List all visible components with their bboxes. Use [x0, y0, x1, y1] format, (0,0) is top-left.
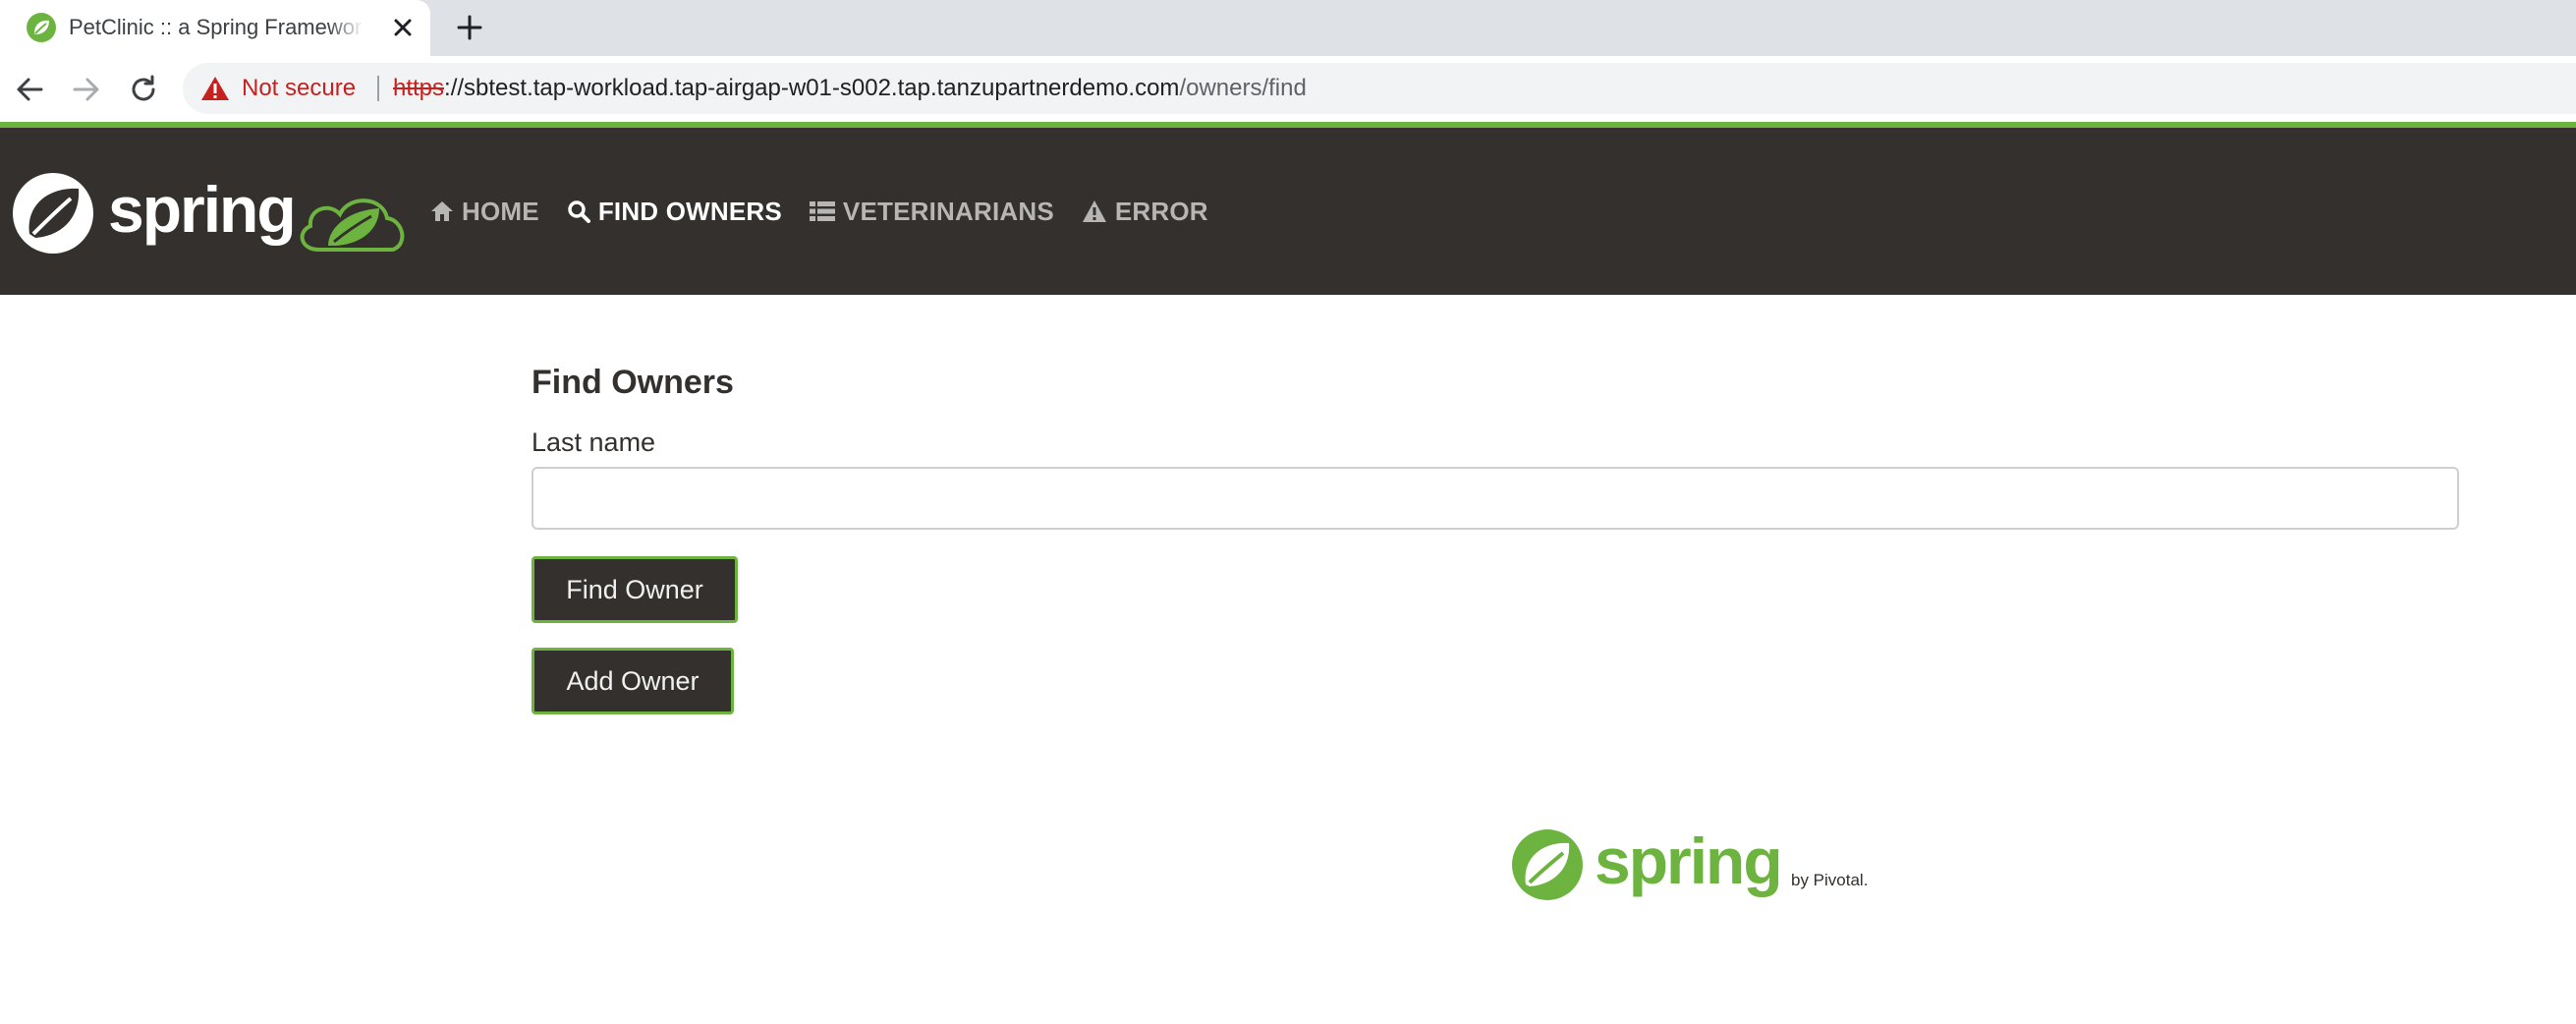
list-icon — [809, 201, 835, 221]
spring-leaf-icon — [1512, 829, 1583, 900]
address-bar[interactable]: Not secure https://sbtest.tap-workload.t… — [183, 63, 2576, 114]
last-name-input[interactable] — [532, 467, 2459, 530]
url-host: ://sbtest.tap-workload.tap-airgap-w01-s0… — [444, 75, 1180, 101]
browser-toolbar: Not secure https://sbtest.tap-workload.t… — [0, 56, 2576, 122]
nav-item-home[interactable]: HOME — [430, 197, 539, 227]
back-arrow-icon[interactable] — [12, 72, 47, 107]
footer-wordmark: spring — [1595, 825, 1783, 897]
tab-title: PetClinic :: a Spring Framework demonstr… — [69, 15, 364, 39]
nav-item-find-owners-label: FIND OWNERS — [597, 196, 782, 226]
nav-item-error-label: ERROR — [1114, 196, 1208, 226]
spring-favicon-icon — [27, 13, 56, 42]
last-name-label: Last name — [532, 427, 656, 457]
search-icon — [568, 200, 590, 223]
new-tab-icon[interactable] — [454, 12, 485, 43]
forward-arrow-icon[interactable] — [69, 72, 104, 107]
nav-item-veterinarians[interactable]: VETERINARIANS — [809, 196, 1054, 227]
brand-wordmark: spring — [108, 173, 295, 246]
browser-tab[interactable]: PetClinic :: a Spring Framework demonstr… — [0, 0, 430, 56]
footer-byline: by Pivotal. — [1791, 871, 1869, 889]
reload-icon[interactable] — [126, 72, 161, 107]
not-secure-label[interactable]: Not secure — [242, 63, 356, 114]
omnibox-divider — [377, 76, 379, 101]
footer-spring-logo: spring by Pivotal. — [1510, 825, 1870, 904]
url-scheme: https — [393, 75, 445, 101]
home-icon — [431, 201, 453, 221]
page-title: Find Owners — [532, 364, 734, 401]
app-navbar: spring HOME FIND OWNERS VETERINARIANS ER… — [0, 128, 2576, 295]
browser-tab-strip: PetClinic :: a Spring Framework demonstr… — [0, 0, 2576, 56]
url-text[interactable]: https://sbtest.tap-workload.tap-airgap-w… — [393, 63, 1307, 114]
add-owner-button[interactable]: Add Owner — [532, 648, 734, 714]
nav-item-veterinarians-label: VETERINARIANS — [842, 196, 1054, 226]
spring-logo[interactable]: spring — [12, 171, 417, 256]
main-menu: HOME FIND OWNERS VETERINARIANS ERROR — [430, 128, 1208, 295]
nav-item-error[interactable]: ERROR — [1082, 197, 1208, 227]
nav-item-home-label: HOME — [462, 196, 539, 226]
find-owner-button[interactable]: Find Owner — [532, 556, 738, 623]
close-tab-icon[interactable] — [389, 14, 417, 41]
warning-triangle-icon — [201, 77, 229, 100]
url-path: /owners/find — [1179, 75, 1307, 101]
nav-item-find-owners[interactable]: FIND OWNERS — [567, 197, 782, 227]
warning-icon — [1082, 200, 1106, 222]
